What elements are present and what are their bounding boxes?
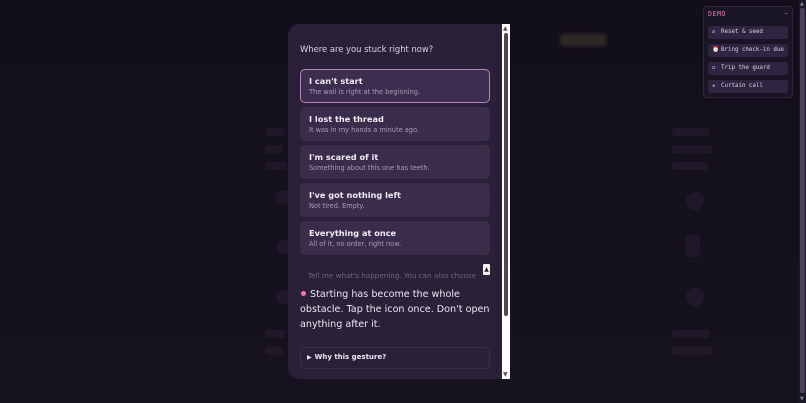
option-subtitle: All of it, no order, right now. bbox=[309, 240, 402, 248]
response-message: Starting has become the whole obstacle. … bbox=[300, 287, 492, 332]
reset-icon: ↺ bbox=[712, 29, 716, 35]
stuck-modal: Where are you stuck right now? I can't s… bbox=[288, 24, 510, 379]
option-title: I'm scared of it bbox=[309, 152, 379, 162]
star-icon: ★ bbox=[712, 83, 716, 89]
bg-block bbox=[265, 128, 285, 136]
option-subtitle: Not tired. Empty. bbox=[309, 202, 365, 210]
option-lost-thread[interactable]: I lost the thread It was in my hands a m… bbox=[300, 107, 490, 141]
bg-block bbox=[265, 330, 285, 338]
demo-label: DEMO bbox=[708, 10, 726, 18]
option-subtitle: It was in my hands a minute ago. bbox=[309, 126, 419, 134]
why-label: Why this gesture? bbox=[314, 353, 387, 361]
option-subtitle: Something about this one has teeth. bbox=[309, 164, 430, 172]
page-scrollbar[interactable]: ▲ ▼ bbox=[799, 0, 806, 403]
modal-scrollbar-thumb[interactable] bbox=[504, 33, 508, 316]
bg-block bbox=[672, 128, 710, 136]
scrollbar-thumb[interactable] bbox=[800, 8, 805, 393]
minus-icon[interactable]: – bbox=[785, 9, 789, 17]
option-title: I've got nothing left bbox=[309, 190, 401, 200]
scroll-down-icon[interactable]: ▼ bbox=[800, 396, 804, 402]
alarm-icon: ⏰ bbox=[712, 47, 720, 53]
curtain-call-button[interactable]: ★ Curtain call bbox=[708, 80, 788, 93]
option-title: Everything at once bbox=[309, 228, 397, 238]
reset-seed-button[interactable]: ↺ Reset & seed bbox=[708, 26, 788, 39]
bg-block bbox=[672, 347, 712, 355]
shield-icon: ◻ bbox=[712, 65, 716, 71]
bg-block bbox=[672, 145, 712, 153]
modal-question: Where are you stuck right now? bbox=[300, 44, 434, 54]
demo-button-label: Trip the guard bbox=[721, 65, 770, 71]
option-everything[interactable]: Everything at once All of it, no order, … bbox=[300, 221, 490, 255]
bg-block bbox=[265, 347, 283, 355]
response-text: Starting has become the whole obstacle. … bbox=[300, 289, 490, 330]
bg-block bbox=[686, 288, 704, 306]
option-cant-start[interactable]: I can't start The wall is right at the b… bbox=[300, 69, 490, 103]
scroll-up-icon[interactable]: ▲ bbox=[503, 25, 508, 32]
option-nothing-left[interactable]: I've got nothing left Not tired. Empty. bbox=[300, 183, 490, 217]
scroll-up-icon[interactable]: ▲ bbox=[800, 1, 804, 7]
bg-block bbox=[686, 192, 704, 210]
demo-button-label: Bring check-in due bbox=[721, 47, 784, 53]
check-in-due-button[interactable]: ⏰ Bring check-in due bbox=[708, 44, 788, 57]
disclosure-triangle-icon: ▶ bbox=[307, 354, 312, 361]
demo-panel: DEMO – ↺ Reset & seed ⏰ Bring check-in due… bbox=[703, 6, 793, 98]
demo-button-label: Reset & seed bbox=[721, 29, 763, 35]
bg-block bbox=[265, 162, 287, 170]
modal-scrollbar[interactable]: ▲ ▼ bbox=[502, 24, 510, 379]
why-gesture-toggle[interactable]: ▶ Why this gesture? bbox=[300, 347, 490, 369]
status-dot-icon bbox=[301, 291, 306, 296]
scroll-down-icon[interactable]: ▼ bbox=[503, 371, 508, 378]
free-text-input[interactable]: Tell me what's happening. You can also c… bbox=[300, 264, 490, 282]
option-scared[interactable]: I'm scared of it Something about this on… bbox=[300, 145, 490, 179]
bg-block bbox=[265, 145, 283, 153]
option-title: I lost the thread bbox=[309, 114, 384, 124]
resize-handle-icon[interactable]: ▲ bbox=[483, 264, 490, 275]
bg-block bbox=[672, 330, 710, 338]
bg-block bbox=[560, 34, 606, 46]
bg-block bbox=[672, 162, 708, 170]
option-title: I can't start bbox=[309, 76, 363, 86]
trip-guard-button[interactable]: ◻ Trip the guard bbox=[708, 62, 788, 75]
option-subtitle: The wall is right at the beginning. bbox=[309, 88, 421, 96]
demo-button-label: Curtain call bbox=[721, 83, 763, 89]
bg-block bbox=[686, 235, 700, 257]
